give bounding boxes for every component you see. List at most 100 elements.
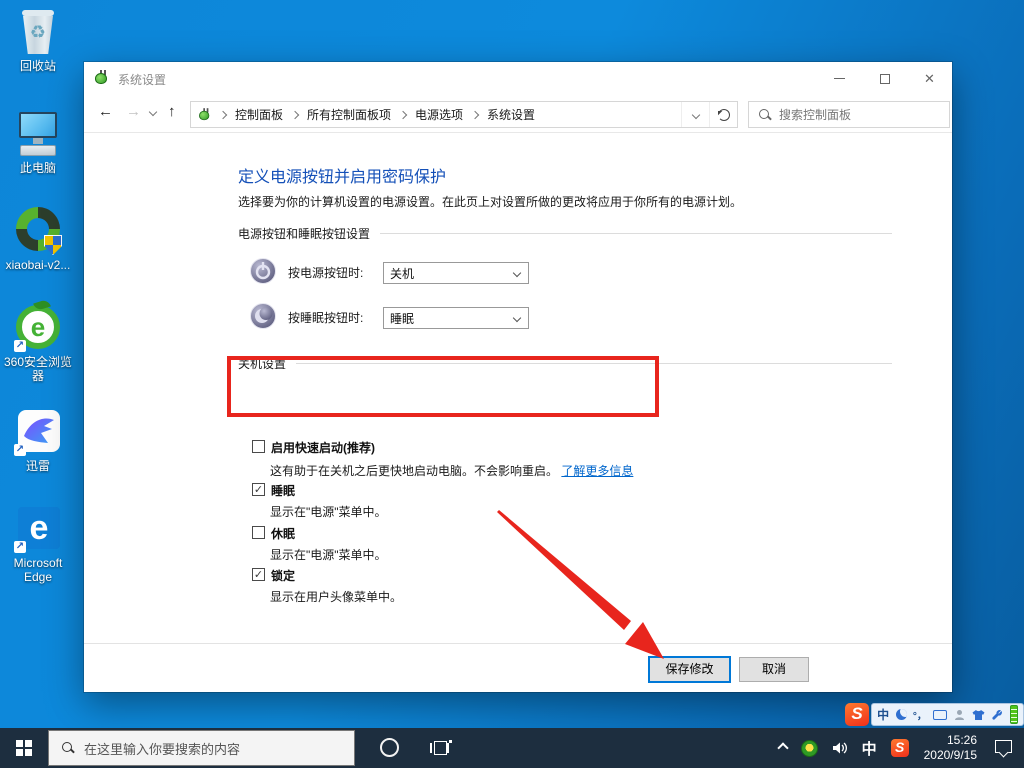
windows-logo-icon	[16, 740, 32, 756]
volume-icon[interactable]	[825, 728, 855, 768]
sogou-ime-toolbar[interactable]: S 中 °，	[845, 702, 1024, 727]
desktop-icon-recycle-bin[interactable]: ♻ 回收站	[0, 8, 76, 73]
chevron-down-icon	[513, 269, 521, 277]
shortcut-arrow-icon: ↗	[14, 444, 26, 456]
breadcrumb-chevron-icon	[219, 110, 227, 118]
minimize-button[interactable]	[817, 62, 862, 95]
desktop-icon-xiaobai[interactable]: xiaobai-v2...	[0, 207, 76, 272]
cancel-button[interactable]: 取消	[739, 657, 809, 682]
maximize-button[interactable]	[862, 62, 907, 95]
search-icon	[62, 742, 74, 754]
icon-label: 回收站	[0, 59, 76, 73]
power-button-label: 按电源按钮时:	[288, 264, 363, 281]
power-buttons-group-header: 电源按钮和睡眠按钮设置	[238, 225, 892, 242]
checkbox-icon[interactable]: ✓	[252, 483, 265, 496]
selected-value: 睡眠	[390, 310, 514, 327]
fast-startup-description: 这有助于在关机之后更快地启动电脑。不会影响重启。 了解更多信息	[270, 462, 633, 479]
ime-battery-icon	[1010, 705, 1018, 724]
power-button-icon	[250, 258, 276, 284]
ime-fullwidth-moon-icon[interactable]	[896, 709, 907, 720]
desktop-icon-360-browser[interactable]: e ↗ 360安全浏览器	[0, 304, 76, 383]
ime-skin-shirt-icon[interactable]	[972, 709, 985, 721]
power-button-action-select[interactable]: 关机	[383, 262, 529, 284]
sleep-checkbox[interactable]: ✓ 睡眠	[252, 482, 295, 499]
forward-icon[interactable]: →	[126, 103, 141, 120]
xiaobai-icon	[14, 207, 62, 255]
breadcrumb-control-panel[interactable]: 控制面板	[233, 106, 285, 123]
control-panel-search-input[interactable]: 搜索控制面板	[748, 101, 950, 128]
fast-startup-checkbox[interactable]: 启用快速启动(推荐)	[252, 439, 375, 456]
ime-softkeyboard-icon[interactable]	[933, 710, 947, 720]
ime-language-indicator[interactable]: 中	[855, 728, 884, 768]
task-view-icon[interactable]	[430, 740, 452, 756]
ime-account-icon[interactable]	[954, 709, 966, 721]
taskbar-search-placeholder: 在这里输入你要搜索的内容	[84, 739, 240, 758]
sogou-logo-icon[interactable]: S	[845, 703, 869, 726]
ime-mode-chinese[interactable]: 中	[877, 706, 889, 723]
shutdown-settings-group-header: 关机设置	[238, 355, 892, 372]
desktop-icon-edge[interactable]: e ↗ Microsoft Edge	[0, 505, 76, 584]
desktop: ♻ 回收站 此电脑 xiaobai-v2... e ↗ 360安全浏览器	[0, 0, 1024, 768]
system-tray: 中 S 15:26 2020/9/15	[772, 728, 1024, 768]
search-icon	[759, 109, 771, 121]
selected-value: 关机	[390, 265, 514, 282]
tray-expand-chevron-icon[interactable]	[772, 728, 794, 768]
search-placeholder: 搜索控制面板	[779, 106, 851, 123]
address-dropdown-button[interactable]	[681, 102, 709, 127]
tray-time: 15:26	[924, 733, 977, 748]
desktop-icon-thunder[interactable]: ↗ 迅雷	[0, 408, 76, 473]
breadcrumb-power-options[interactable]: 电源选项	[413, 106, 465, 123]
sleep-button-label: 按睡眠按钮时:	[288, 309, 363, 326]
clock[interactable]: 15:26 2020/9/15	[916, 733, 985, 763]
learn-more-link[interactable]: 了解更多信息	[561, 464, 633, 478]
sleep-button-action-select[interactable]: 睡眠	[383, 307, 529, 329]
recycle-bin-icon: ♻	[14, 8, 62, 56]
start-button[interactable]	[0, 728, 48, 768]
360-tray-icon[interactable]	[794, 728, 825, 768]
taskbar-search-input[interactable]: 在这里输入你要搜索的内容	[48, 730, 355, 766]
360-browser-icon: e ↗	[14, 304, 62, 352]
edge-icon: e ↗	[14, 505, 62, 553]
cortana-icon[interactable]	[380, 738, 399, 757]
system-settings-window: 系统设置 ✕ ← → ↑ 控制面板 所有控制面板项	[84, 62, 952, 692]
window-title: 系统设置	[118, 71, 166, 88]
breadcrumb-chevron-icon	[399, 110, 407, 118]
sleep-description: 显示在"电源"菜单中。	[270, 503, 387, 520]
recent-pages-chevron-icon[interactable]	[149, 108, 157, 116]
shortcut-arrow-icon: ↗	[14, 340, 26, 352]
breadcrumb-system-settings[interactable]: 系统设置	[485, 106, 537, 123]
button-bar: 保存修改 取消	[84, 643, 952, 692]
address-bar[interactable]: 控制面板 所有控制面板项 电源选项 系统设置	[190, 101, 738, 128]
icon-label: Microsoft Edge	[0, 556, 76, 584]
page-description: 选择要为你的计算机设置的电源设置。在此页上对设置所做的更改将应用于你所有的电源计…	[238, 193, 742, 210]
this-pc-icon	[14, 110, 62, 158]
breadcrumb-all-items[interactable]: 所有控制面板项	[305, 106, 393, 123]
icon-label: 此电脑	[0, 161, 76, 175]
breadcrumb-chevron-icon	[471, 110, 479, 118]
chevron-down-icon	[513, 314, 521, 322]
ime-punctuation-icon[interactable]: °，	[913, 707, 927, 722]
checkbox-icon[interactable]	[252, 440, 265, 453]
icon-label: 360安全浏览器	[0, 355, 76, 383]
lock-description: 显示在用户头像菜单中。	[270, 588, 402, 605]
settings-content: 定义电源按钮并启用密码保护 选择要为你的计算机设置的电源设置。在此页上对设置所做…	[84, 133, 952, 659]
thunder-icon: ↗	[14, 408, 62, 456]
tray-date: 2020/9/15	[924, 748, 977, 763]
save-changes-button[interactable]: 保存修改	[649, 657, 730, 682]
action-center-icon[interactable]	[995, 740, 1012, 753]
close-button[interactable]: ✕	[907, 62, 952, 95]
lock-checkbox[interactable]: ✓ 锁定	[252, 567, 295, 584]
checkbox-icon[interactable]: ✓	[252, 568, 265, 581]
breadcrumb-chevron-icon	[291, 110, 299, 118]
ime-toolbox-wrench-icon[interactable]	[991, 709, 1003, 721]
title-bar[interactable]: 系统设置 ✕	[84, 62, 952, 95]
back-icon[interactable]: ←	[98, 103, 113, 120]
sogou-tray-icon[interactable]: S	[884, 728, 916, 768]
up-icon[interactable]: ↑	[168, 103, 176, 120]
page-title: 定义电源按钮并启用密码保护	[238, 163, 446, 187]
desktop-icon-this-pc[interactable]: 此电脑	[0, 110, 76, 175]
hibernate-checkbox[interactable]: 休眠	[252, 525, 295, 542]
refresh-button[interactable]	[709, 102, 737, 127]
checkbox-icon[interactable]	[252, 526, 265, 539]
refresh-icon	[718, 109, 730, 121]
